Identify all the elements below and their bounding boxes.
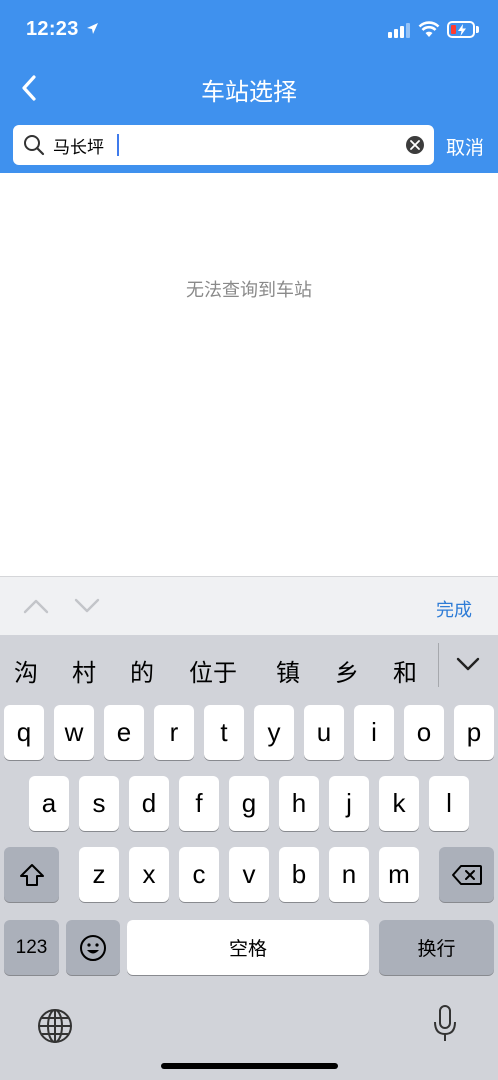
key-x[interactable]: x xyxy=(129,847,169,902)
globe-icon[interactable] xyxy=(37,1008,73,1044)
home-indicator xyxy=(161,1063,338,1069)
key-y[interactable]: y xyxy=(254,705,294,760)
candidate-item[interactable]: 的 xyxy=(130,653,154,688)
key-o[interactable]: o xyxy=(404,705,444,760)
key-f[interactable]: f xyxy=(179,776,219,831)
candidate-bar: 沟 村 的 位于 镇 乡 和 xyxy=(0,635,498,700)
header: 12:23 车站选择 取消 xyxy=(0,0,498,173)
done-button[interactable]: 完成 xyxy=(436,596,472,622)
battery-icon xyxy=(447,21,475,38)
chevron-down-icon[interactable] xyxy=(74,598,100,614)
emoji-key[interactable] xyxy=(66,920,120,975)
cellular-signal-icon xyxy=(388,22,410,38)
close-icon xyxy=(410,140,420,150)
key-z[interactable]: z xyxy=(79,847,119,902)
key-b[interactable]: b xyxy=(279,847,319,902)
key-i[interactable]: i xyxy=(354,705,394,760)
key-n[interactable]: n xyxy=(329,847,369,902)
shift-key[interactable] xyxy=(4,847,59,902)
key-s[interactable]: s xyxy=(79,776,119,831)
cancel-button[interactable]: 取消 xyxy=(446,133,484,160)
candidate-item[interactable]: 乡 xyxy=(335,653,359,688)
text-caret xyxy=(117,134,119,156)
key-g[interactable]: g xyxy=(229,776,269,831)
key-j[interactable]: j xyxy=(329,776,369,831)
numbers-key[interactable]: 123 xyxy=(4,920,59,975)
emoji-icon xyxy=(80,934,106,961)
keyboard: 沟 村 的 位于 镇 乡 和 q w e r t y u i o p a s d… xyxy=(0,635,498,1080)
delete-key[interactable] xyxy=(439,847,494,902)
search-input[interactable] xyxy=(53,125,398,165)
empty-state-message: 无法查询到车站 xyxy=(186,280,312,300)
key-p[interactable]: p xyxy=(454,705,494,760)
key-k[interactable]: k xyxy=(379,776,419,831)
status-time: 12:23 xyxy=(26,18,79,40)
key-e[interactable]: e xyxy=(104,705,144,760)
key-h[interactable]: h xyxy=(279,776,319,831)
return-key[interactable]: 换行 xyxy=(379,920,494,975)
candidate-item[interactable]: 位于 xyxy=(189,653,237,688)
shift-icon xyxy=(19,863,44,886)
key-m[interactable]: m xyxy=(379,847,419,902)
expand-candidates-icon[interactable] xyxy=(456,657,480,671)
chevron-up-icon[interactable] xyxy=(23,598,49,614)
key-t[interactable]: t xyxy=(204,705,244,760)
candidate-item[interactable]: 村 xyxy=(72,653,96,688)
key-c[interactable]: c xyxy=(179,847,219,902)
page-title: 车站选择 xyxy=(201,79,297,106)
key-a[interactable]: a xyxy=(29,776,69,831)
candidate-item[interactable]: 和 xyxy=(393,653,417,688)
space-key[interactable]: 空格 xyxy=(127,920,369,975)
keyboard-toolbar: 完成 xyxy=(0,576,498,635)
candidate-item[interactable]: 沟 xyxy=(14,653,38,688)
microphone-icon[interactable] xyxy=(432,1004,458,1044)
location-arrow-icon xyxy=(87,23,98,34)
key-v[interactable]: v xyxy=(229,847,269,902)
wifi-icon xyxy=(418,21,440,37)
clear-search-button[interactable] xyxy=(406,136,424,154)
key-q[interactable]: q xyxy=(4,705,44,760)
key-u[interactable]: u xyxy=(304,705,344,760)
key-l[interactable]: l xyxy=(429,776,469,831)
key-d[interactable]: d xyxy=(129,776,169,831)
key-w[interactable]: w xyxy=(54,705,94,760)
search-box[interactable] xyxy=(13,125,434,165)
backspace-icon xyxy=(451,864,482,885)
key-r[interactable]: r xyxy=(154,705,194,760)
search-icon xyxy=(24,135,45,156)
candidate-item[interactable]: 镇 xyxy=(276,653,300,688)
